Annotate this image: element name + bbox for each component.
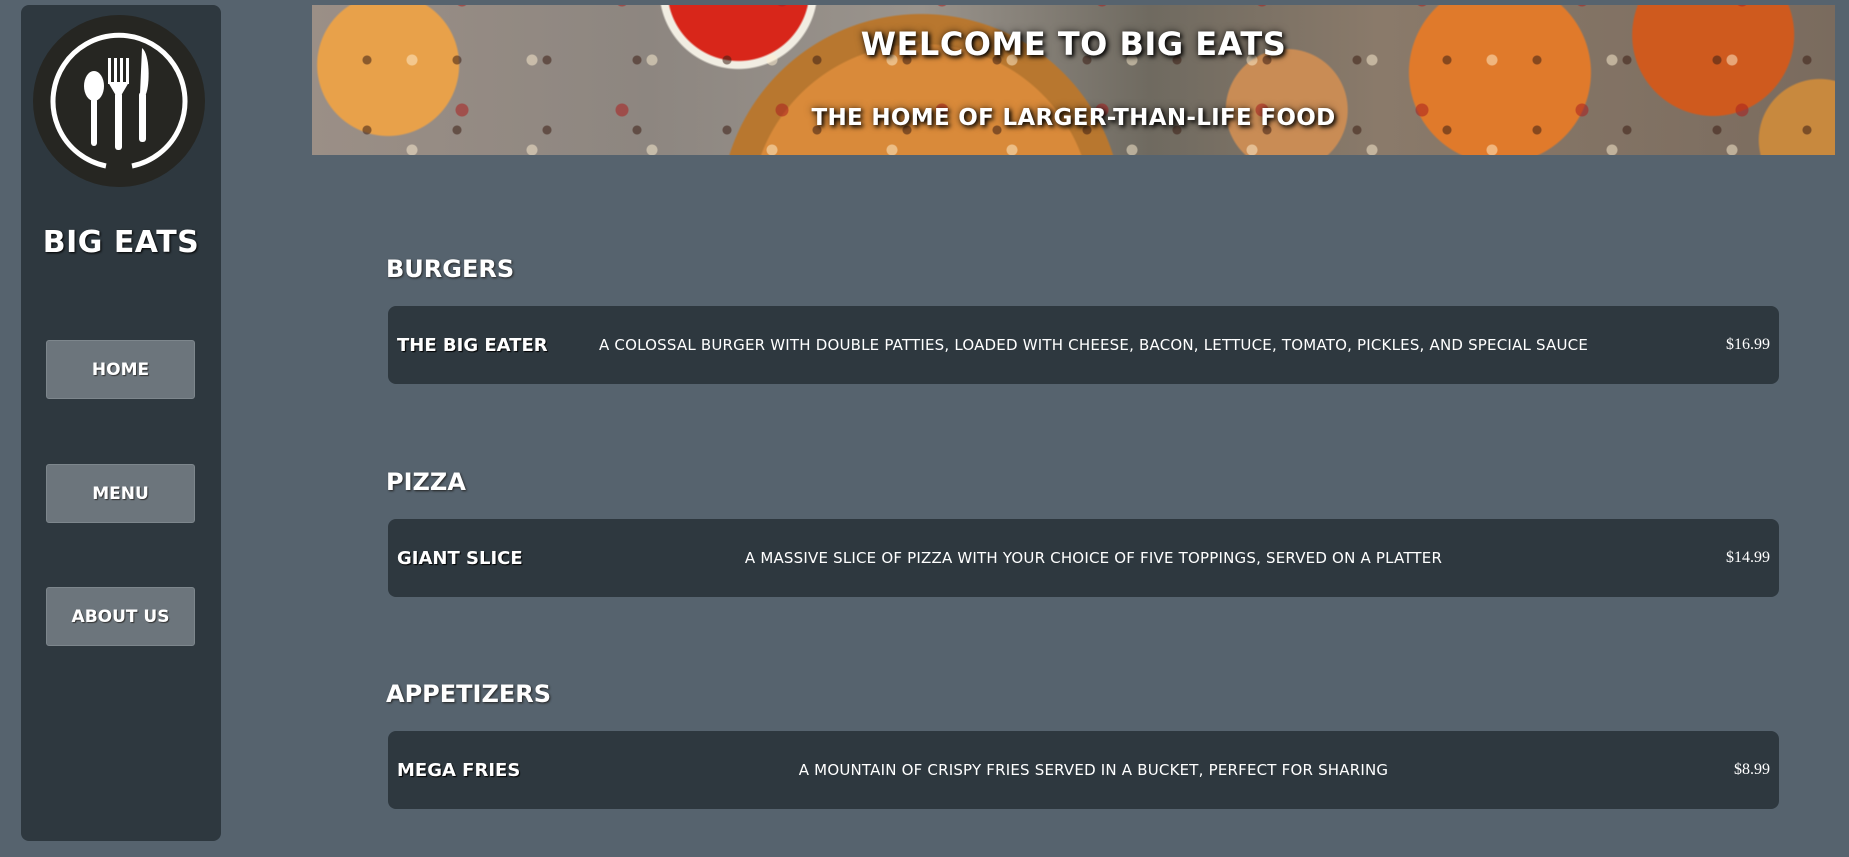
sidebar: BIG EATS HOME MENU ABOUT US <box>21 5 221 841</box>
banner-title: WELCOME TO BIG EATS <box>860 25 1287 63</box>
menu-item[interactable]: MEGA FRIES A MOUNTAIN OF CRISPY FRIES SE… <box>388 731 1779 809</box>
item-description: A MASSIVE SLICE OF PIZZA WITH YOUR CHOIC… <box>744 549 1443 567</box>
section-title-burgers: BURGERS <box>386 255 515 283</box>
banner-subtitle: THE HOME OF LARGER-THAN-LIFE FOOD <box>811 105 1336 131</box>
menu-item[interactable]: THE BIG EATER A COLOSSAL BURGER WITH DOU… <box>388 306 1779 384</box>
nav-menu-button[interactable]: MENU <box>46 464 195 523</box>
item-price: $14.99 <box>1726 549 1770 566</box>
item-price: $8.99 <box>1734 761 1770 778</box>
logo[interactable] <box>33 15 205 187</box>
section-title-pizza: PIZZA <box>386 468 466 496</box>
hero-banner: WELCOME TO BIG EATS THE HOME OF LARGER-T… <box>312 5 1835 155</box>
item-price: $16.99 <box>1726 336 1770 353</box>
item-description: A COLOSSAL BURGER WITH DOUBLE PATTIES, L… <box>599 336 1588 354</box>
item-name: GIANT SLICE <box>397 547 523 569</box>
item-name: MEGA FRIES <box>397 759 521 781</box>
menu-item[interactable]: GIANT SLICE A MASSIVE SLICE OF PIZZA WIT… <box>388 519 1779 597</box>
section-title-appetizers: APPETIZERS <box>386 680 552 708</box>
brand-name: BIG EATS <box>42 225 200 260</box>
fork-knife-spoon-icon <box>50 32 188 169</box>
nav-about-us-button[interactable]: ABOUT US <box>46 587 195 646</box>
item-description: A MOUNTAIN OF CRISPY FRIES SERVED IN A B… <box>798 761 1389 779</box>
nav-home-button[interactable]: HOME <box>46 340 195 399</box>
